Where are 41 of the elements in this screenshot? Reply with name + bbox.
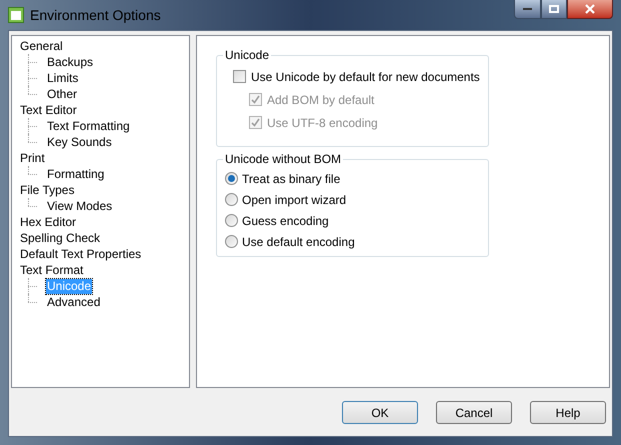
tree-item[interactable]: Spelling Check <box>19 230 102 246</box>
close-button[interactable] <box>567 0 613 19</box>
app-icon <box>8 7 24 23</box>
radio-label: Open import wizard <box>242 192 346 208</box>
window-title: Environment Options <box>30 6 161 25</box>
checkmark-icon <box>251 95 260 104</box>
tree-item[interactable]: Text Editor <box>19 102 78 118</box>
tree-item[interactable]: Hex Editor <box>19 214 78 230</box>
minimize-button[interactable] <box>514 0 541 19</box>
radio-button[interactable] <box>225 235 238 248</box>
radio-button[interactable] <box>225 214 238 227</box>
group-title: Unicode <box>224 47 270 64</box>
tree-item[interactable]: Advanced <box>46 294 102 310</box>
tree-item[interactable]: Formatting <box>46 166 106 182</box>
tree-item[interactable]: Default Text Properties <box>19 246 142 262</box>
tree-item[interactable]: Limits <box>46 70 80 86</box>
tree-item[interactable]: Key Sounds <box>46 134 113 150</box>
dialog-button[interactable]: Cancel <box>436 401 512 424</box>
checkmark-icon <box>251 118 260 127</box>
dialog-button[interactable]: OK <box>342 401 418 424</box>
tree-item[interactable]: Text Formatting <box>46 118 131 134</box>
tree-item[interactable]: Print <box>19 150 46 166</box>
tree-item[interactable]: View Modes <box>46 198 114 214</box>
checkbox[interactable] <box>233 70 246 83</box>
radio-button[interactable] <box>225 172 238 185</box>
tree-item[interactable]: Other <box>46 86 78 102</box>
checkbox-label: Use UTF-8 encoding <box>267 114 378 132</box>
radio-label: Treat as binary file <box>242 170 340 188</box>
tree-item[interactable]: File Types <box>19 182 76 198</box>
tree-item[interactable]: General <box>19 38 64 54</box>
maximize-button[interactable] <box>541 0 567 19</box>
dialog-button[interactable]: Help <box>530 401 606 424</box>
group-title: Unicode without BOM <box>224 151 342 168</box>
radio-label: Use default encoding <box>242 234 355 250</box>
checkbox-label: Use Unicode by default for new documents <box>251 68 480 86</box>
tree-item[interactable]: Text Format <box>19 262 84 278</box>
close-icon <box>585 4 595 14</box>
tree-item[interactable]: Backups <box>46 54 94 70</box>
radio-button[interactable] <box>225 193 238 206</box>
radio-label: Guess encoding <box>242 212 329 230</box>
checkbox-label: Add BOM by default <box>267 92 374 108</box>
